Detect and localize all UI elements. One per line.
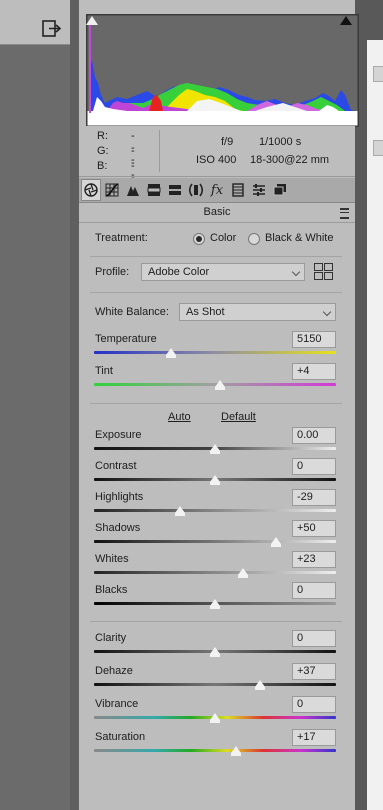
tone-curve-icon[interactable] <box>103 181 121 199</box>
tint-value-field[interactable]: +4 <box>292 363 336 380</box>
panel-divider[interactable] <box>70 0 79 810</box>
treatment-label: Treatment: <box>95 232 148 244</box>
exposure-label: Exposure <box>95 429 142 441</box>
whites-label: Whites <box>95 553 129 565</box>
image-canvas <box>0 45 70 810</box>
auto-button[interactable]: Auto <box>168 411 191 423</box>
exposure-slider-thumb[interactable] <box>210 444 220 454</box>
saturation-label: Saturation <box>95 731 146 743</box>
dehaze-slider-track[interactable] <box>94 683 336 686</box>
shadows-slider-thumb[interactable] <box>271 537 281 547</box>
lens-corrections-icon[interactable] <box>187 181 205 199</box>
shadows-value-field[interactable]: +50 <box>292 520 336 537</box>
calibration-icon[interactable] <box>229 181 247 199</box>
profile-dropdown[interactable]: Adobe Color <box>141 263 305 281</box>
saturation-slider-thumb[interactable] <box>231 746 241 756</box>
profile-browser-icon[interactable] <box>314 263 333 280</box>
exit-icon[interactable] <box>42 20 62 38</box>
highlights-label: Highlights <box>95 491 144 503</box>
temperature-label: Temperature <box>95 333 157 345</box>
left-toolbar <box>0 0 70 45</box>
saturation-value-field[interactable]: +17 <box>292 729 336 746</box>
vibrance-slider-thumb[interactable] <box>210 713 220 723</box>
highlight-clipping-warning-icon[interactable] <box>340 16 352 25</box>
r-label: R: <box>97 130 108 142</box>
effects-icon[interactable]: fx <box>208 181 226 199</box>
dehaze-slider-thumb[interactable] <box>255 680 265 690</box>
blacks-label: Blacks <box>95 584 128 596</box>
tint-slider-thumb[interactable] <box>215 380 225 390</box>
dehaze-label: Dehaze <box>95 665 133 677</box>
temperature-slider-track[interactable] <box>94 351 336 354</box>
highlights-value-field[interactable]: -29 <box>292 489 336 506</box>
shadow-clipping-warning-icon[interactable] <box>86 16 98 25</box>
treatment-color-radio[interactable] <box>193 233 205 245</box>
contrast-slider-thumb[interactable] <box>210 475 220 485</box>
lens-info: 18-300@22 mm <box>250 154 330 166</box>
g-label: G: <box>97 145 109 157</box>
white-balance-label: White Balance: <box>95 306 169 318</box>
white-balance-value: As Shot <box>186 306 225 318</box>
highlights-slider-track[interactable] <box>94 509 336 512</box>
blacks-value-field[interactable]: 0 <box>292 582 336 599</box>
clarity-label: Clarity <box>95 632 127 644</box>
default-button[interactable]: Default <box>221 411 256 423</box>
whites-slider-thumb[interactable] <box>238 568 248 578</box>
histogram <box>86 14 359 127</box>
clarity-slider-thumb[interactable] <box>210 647 220 657</box>
exposure-value-field[interactable]: 0.00 <box>292 427 336 444</box>
white-balance-dropdown[interactable]: As Shot <box>179 303 336 321</box>
shadows-slider-track[interactable] <box>94 540 336 543</box>
b-label: B: <box>97 160 108 172</box>
blacks-slider-thumb[interactable] <box>210 599 220 609</box>
contrast-label: Contrast <box>95 460 137 472</box>
shutter-speed: 1/1000 s <box>259 136 302 148</box>
presets-icon[interactable] <box>250 181 268 199</box>
dehaze-value-field[interactable]: +37 <box>292 663 336 680</box>
shadows-label: Shadows <box>95 522 141 534</box>
right-document-area <box>355 0 383 810</box>
tint-label: Tint <box>95 365 113 377</box>
panel-tabs: fx <box>79 178 355 203</box>
saturation-slider-track[interactable] <box>94 749 336 752</box>
profile-value: Adobe Color <box>148 266 210 278</box>
treatment-bw-label[interactable]: Black & White <box>265 232 333 244</box>
contrast-value-field[interactable]: 0 <box>292 458 336 475</box>
panel-menu-icon[interactable] <box>340 208 349 219</box>
temperature-slider-thumb[interactable] <box>166 348 176 358</box>
temperature-value-field[interactable]: 5150 <box>292 331 336 348</box>
split-toning-icon[interactable] <box>166 181 184 199</box>
clarity-value-field[interactable]: 0 <box>292 630 336 647</box>
iso: ISO 400 <box>196 154 237 166</box>
treatment-bw-radio[interactable] <box>248 233 260 245</box>
treatment-color-label[interactable]: Color <box>210 232 236 244</box>
whites-slider-track[interactable] <box>94 571 336 574</box>
hsl-icon[interactable] <box>145 181 163 199</box>
basic-icon[interactable] <box>81 179 101 201</box>
aperture: f/9 <box>221 136 234 148</box>
detail-icon[interactable] <box>124 181 142 199</box>
whites-value-field[interactable]: +23 <box>292 551 336 568</box>
vibrance-value-field[interactable]: 0 <box>292 696 336 713</box>
highlights-slider-thumb[interactable] <box>175 506 185 516</box>
vibrance-label: Vibrance <box>95 698 139 710</box>
histogram-info: R:--- G:--- B:--- f/9 1/1000 s ISO 400 1… <box>79 126 355 196</box>
profile-label: Profile: <box>95 266 130 278</box>
snapshots-icon[interactable] <box>271 181 289 199</box>
panel-title: Basic <box>203 206 231 218</box>
